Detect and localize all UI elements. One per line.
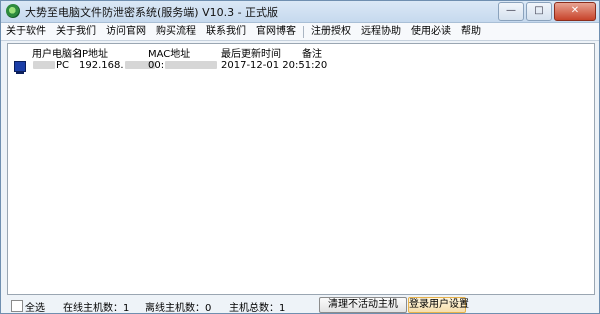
minimize-icon[interactable]: — (498, 2, 524, 21)
computer-icon (14, 61, 26, 74)
menu-remote-assist[interactable]: 远程协助 (356, 24, 406, 40)
cell-updated: 2017-12-01 20:51:20 (221, 60, 328, 71)
login-settings-button[interactable]: 登录用户设置 (408, 297, 469, 313)
list-header: 用户电脑名 IP地址 MAC地址 最后更新时间 备注 (8, 44, 594, 60)
host-list[interactable]: 用户电脑名 IP地址 MAC地址 最后更新时间 备注 PC 192.168. 0… (7, 43, 595, 295)
menu-register[interactable]: 注册授权 (306, 24, 356, 40)
main-window: 大势至电脑文件防泄密系统(服务端) V10.3 - 正式版 — □ ✕ 关于软件… (0, 0, 600, 314)
close-icon[interactable]: ✕ (554, 2, 596, 21)
menu-blog[interactable]: 官网博客 (251, 24, 301, 40)
menu-separator (303, 25, 304, 38)
menu-bar: 关于软件 关于我们 访问官网 购买流程 联系我们 官网博客 注册授权 远程协助 … (1, 23, 599, 41)
offline-count: 离线主机数：0 (145, 303, 212, 314)
menu-must-read[interactable]: 使用必读 (406, 24, 456, 40)
window-title: 大势至电脑文件防泄密系统(服务端) V10.3 - 正式版 (25, 6, 279, 19)
table-row[interactable]: PC 192.168. 00: 2017-12-01 20:51:20 (8, 58, 594, 74)
total-count: 主机总数：1 (229, 303, 286, 314)
cell-ip: 192.168. (79, 60, 156, 71)
status-bar: 全选 在线主机数：1 离线主机数：0 主机总数：1 清理不活动主机 登录用户设置 (1, 297, 599, 314)
menu-about-software[interactable]: 关于软件 (1, 24, 51, 40)
mac-prefix: 00: (148, 60, 165, 71)
menu-visit-site[interactable]: 访问官网 (101, 24, 151, 40)
title-bar: 大势至电脑文件防泄密系统(服务端) V10.3 - 正式版 — □ ✕ (1, 1, 599, 23)
menu-help[interactable]: 帮助 (456, 24, 486, 40)
select-all-checkbox[interactable] (11, 300, 23, 312)
ip-prefix: 192.168. (79, 60, 124, 71)
clean-inactive-button[interactable]: 清理不活动主机 (319, 297, 407, 313)
cell-mac: 00: (148, 60, 218, 71)
menu-contact[interactable]: 联系我们 (201, 24, 251, 40)
computer-name-suffix: PC (56, 60, 70, 71)
select-all-label[interactable]: 全选 (25, 299, 45, 314)
menu-purchase[interactable]: 购买流程 (151, 24, 201, 40)
maximize-icon[interactable]: □ (526, 2, 552, 21)
app-logo-icon (6, 4, 20, 18)
cell-computer-name: PC (32, 60, 69, 71)
menu-about-us[interactable]: 关于我们 (51, 24, 101, 40)
online-count: 在线主机数：1 (63, 303, 130, 314)
window-controls: — □ ✕ (496, 2, 596, 21)
